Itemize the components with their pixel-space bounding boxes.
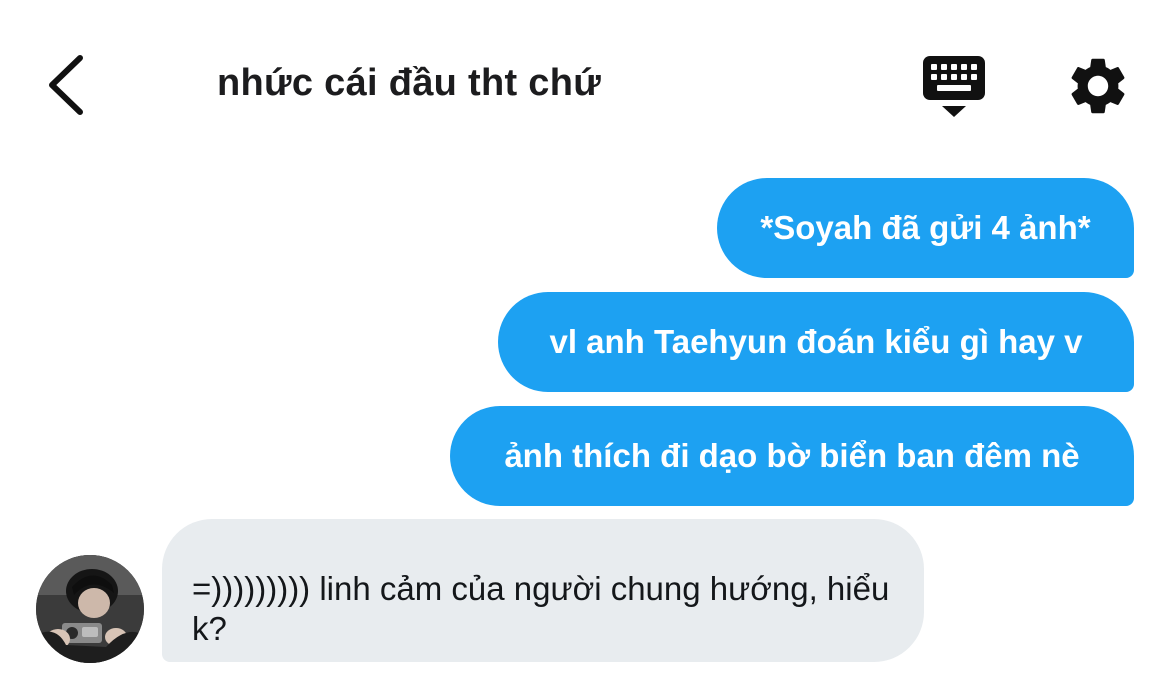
chevron-left-icon bbox=[49, 55, 83, 115]
incoming-message-bubble[interactable]: =))))))))) linh cảm của người chung hướn… bbox=[162, 519, 924, 662]
settings-button[interactable] bbox=[1064, 52, 1132, 120]
gear-icon bbox=[1071, 58, 1125, 114]
avatar[interactable] bbox=[36, 555, 144, 663]
outgoing-message-bubble[interactable]: *Soyah đã gửi 4 ảnh* bbox=[717, 178, 1134, 278]
outgoing-message-bubble[interactable]: vl anh Taehyun đoán kiểu gì hay v bbox=[498, 292, 1134, 392]
chat-header: nhức cái đầu tht chứ bbox=[0, 0, 1170, 160]
back-button[interactable] bbox=[40, 50, 96, 120]
chat-screen: nhức cái đầu tht chứ *Soyah đã gửi 4 ảnh… bbox=[0, 0, 1170, 677]
avatar-photo bbox=[36, 555, 144, 663]
chat-title: nhức cái đầu tht chứ bbox=[217, 62, 602, 104]
outgoing-message-bubble[interactable]: ảnh thích đi dạo bờ biển ban đêm nè bbox=[450, 406, 1134, 506]
keyboard-icon bbox=[923, 56, 985, 117]
keyboard-button[interactable] bbox=[920, 54, 988, 120]
